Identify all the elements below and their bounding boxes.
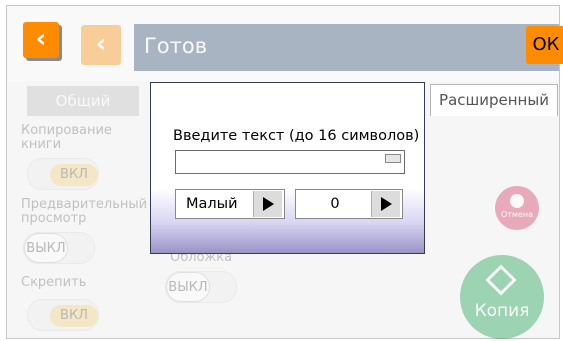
text-input-dialog: Введите текст (до 16 символов) Малый 0 [150, 82, 425, 254]
play-arrow-icon[interactable] [371, 191, 400, 217]
book-copy-toggle[interactable]: ВКЛ [27, 158, 99, 190]
toggle-on-label: ВКЛ [50, 164, 98, 186]
toggle-off-label: ВЫКЛ [166, 272, 210, 302]
preview-toggle[interactable]: ВЫКЛ [23, 232, 95, 264]
dialog-title: Введите текст (до 16 символов) [173, 128, 420, 144]
back-button-secondary[interactable]: ‹ [81, 25, 121, 65]
toggle-on-label: ВКЛ [50, 305, 98, 327]
app-frame: ‹ Готов Общий Копирование книги ВКЛ Пред… [6, 5, 563, 339]
chevron-left-icon: ‹ [95, 29, 107, 59]
start-icon [485, 264, 517, 296]
back-button[interactable]: ‹ [23, 22, 59, 58]
staple-label: Скрепить [21, 275, 87, 290]
cancel-button[interactable]: Отмена [495, 186, 539, 230]
ok-label: ОК [532, 34, 560, 55]
text-input-field[interactable] [175, 150, 405, 174]
staple-toggle[interactable]: ВКЛ [27, 299, 99, 331]
preview-label: Предварительный просмотр [21, 197, 148, 226]
number-selector[interactable]: 0 [295, 189, 403, 219]
number-value: 0 [330, 196, 340, 212]
header-bar: ‹ Готов [7, 6, 559, 81]
book-copy-label: Копирование книги [21, 123, 112, 152]
play-arrow-icon[interactable] [253, 191, 282, 217]
stop-icon [510, 194, 524, 208]
cancel-label: Отмена [500, 210, 534, 219]
size-selector[interactable]: Малый [175, 189, 285, 219]
toggle-off-label: ВЫКЛ [24, 233, 68, 263]
ok-button[interactable]: ОК [526, 26, 563, 64]
copy-label: Копия [474, 301, 530, 321]
keyboard-icon[interactable] [385, 154, 401, 163]
tab-general[interactable]: Общий [27, 86, 139, 116]
tab-advanced[interactable]: Расширенный [430, 84, 558, 116]
chevron-left-icon: ‹ [35, 24, 47, 54]
page-title: Готов [144, 34, 208, 58]
copy-button[interactable]: Копия [460, 255, 544, 339]
size-value: Малый [186, 196, 238, 212]
cover-toggle[interactable]: ВЫКЛ [165, 271, 237, 303]
